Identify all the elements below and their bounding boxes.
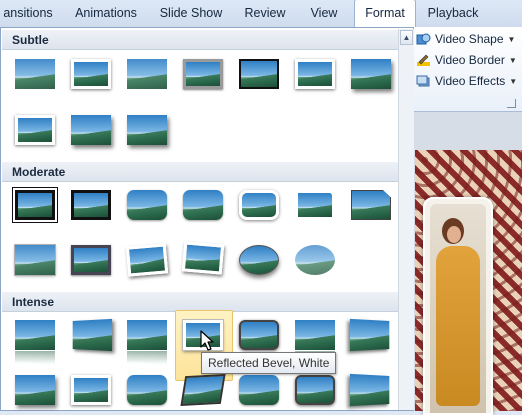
ribbon-video-styles-group: Video Shape ▼ Video Border ▼ Video Effec… (398, 27, 522, 112)
tab-format[interactable]: Format (354, 0, 416, 28)
style-thumbnail[interactable] (71, 245, 111, 275)
style-thumbnail[interactable] (183, 59, 223, 89)
chevron-down-icon: ▼ (509, 76, 518, 86)
chevron-down-icon: ▼ (508, 55, 517, 65)
video-frame[interactable] (423, 197, 493, 415)
gallery-scrollbar[interactable]: ▲ (398, 29, 414, 410)
video-border-icon (416, 53, 431, 68)
style-thumbnail[interactable] (15, 320, 55, 350)
section-header-subtle: Subtle (2, 30, 398, 50)
section-header-intense: Intense (2, 292, 398, 312)
style-thumbnail[interactable] (15, 115, 55, 145)
style-thumbnail[interactable] (295, 190, 335, 220)
style-thumbnail[interactable] (181, 241, 225, 275)
style-thumbnail[interactable] (351, 190, 391, 220)
style-thumbnail[interactable] (71, 59, 111, 89)
chevron-up-icon: ▲ (402, 33, 411, 42)
style-thumbnail[interactable] (180, 373, 226, 407)
style-thumbnail[interactable] (239, 190, 279, 220)
tab-view[interactable]: View (300, 0, 348, 27)
style-thumbnail[interactable] (127, 375, 167, 405)
scroll-up-button[interactable]: ▲ (400, 30, 413, 45)
video-shape-button[interactable]: Video Shape ▼ (416, 29, 515, 49)
style-thumbnail[interactable] (127, 59, 167, 89)
video-effects-icon (416, 74, 431, 89)
tab-playback[interactable]: Playback (420, 0, 486, 27)
style-thumbnail[interactable] (15, 245, 55, 275)
tab-slide-show[interactable]: Slide Show (155, 0, 227, 27)
tab-transitions[interactable]: ansitions (0, 0, 56, 27)
style-thumbnail[interactable] (295, 375, 335, 405)
style-thumbnail[interactable] (349, 373, 391, 407)
style-thumbnail[interactable] (71, 318, 113, 352)
style-thumbnail[interactable] (349, 318, 391, 352)
video-border-button[interactable]: Video Border ▼ (416, 50, 517, 70)
video-shape-icon (416, 32, 431, 47)
style-thumbnail[interactable] (239, 320, 279, 350)
tab-animations[interactable]: Animations (66, 0, 146, 27)
style-tooltip: Reflected Bevel, White (201, 352, 337, 374)
style-thumbnail[interactable] (71, 115, 111, 145)
style-thumbnail[interactable] (295, 245, 335, 275)
person-dress (436, 246, 480, 406)
section-header-moderate: Moderate (2, 162, 398, 182)
video-effects-button[interactable]: Video Effects ▼ (416, 71, 517, 91)
style-thumbnail[interactable] (71, 190, 111, 220)
style-thumbnail[interactable] (351, 59, 391, 89)
video-effects-label: Video Effects (435, 74, 506, 88)
style-thumbnail[interactable] (127, 320, 167, 350)
ribbon-tab-bar: ansitions Animations Slide Show Review V… (0, 0, 522, 28)
style-thumbnail[interactable] (125, 243, 169, 277)
style-thumbnail[interactable] (239, 245, 279, 275)
style-thumbnail[interactable] (127, 190, 167, 220)
style-thumbnail[interactable] (295, 59, 335, 89)
video-shape-label: Video Shape (435, 32, 504, 46)
style-thumbnail[interactable] (239, 59, 279, 89)
dialog-launcher-icon[interactable] (507, 99, 516, 108)
style-thumbnail[interactable] (15, 375, 55, 405)
style-thumbnail[interactable] (71, 375, 111, 405)
person-face (447, 226, 461, 243)
style-thumbnail[interactable] (183, 190, 223, 220)
style-thumbnail[interactable] (295, 320, 335, 350)
style-thumbnail[interactable] (15, 59, 55, 89)
style-thumbnail[interactable] (127, 115, 167, 145)
chevron-down-icon: ▼ (507, 34, 516, 44)
video-border-label: Video Border (435, 53, 505, 67)
mouse-cursor-icon (200, 330, 214, 351)
tab-review[interactable]: Review (237, 0, 293, 27)
style-thumbnail[interactable] (239, 375, 279, 405)
style-thumbnail[interactable] (15, 190, 55, 220)
gallery-content: Subtle Moderate Intense (2, 29, 398, 411)
